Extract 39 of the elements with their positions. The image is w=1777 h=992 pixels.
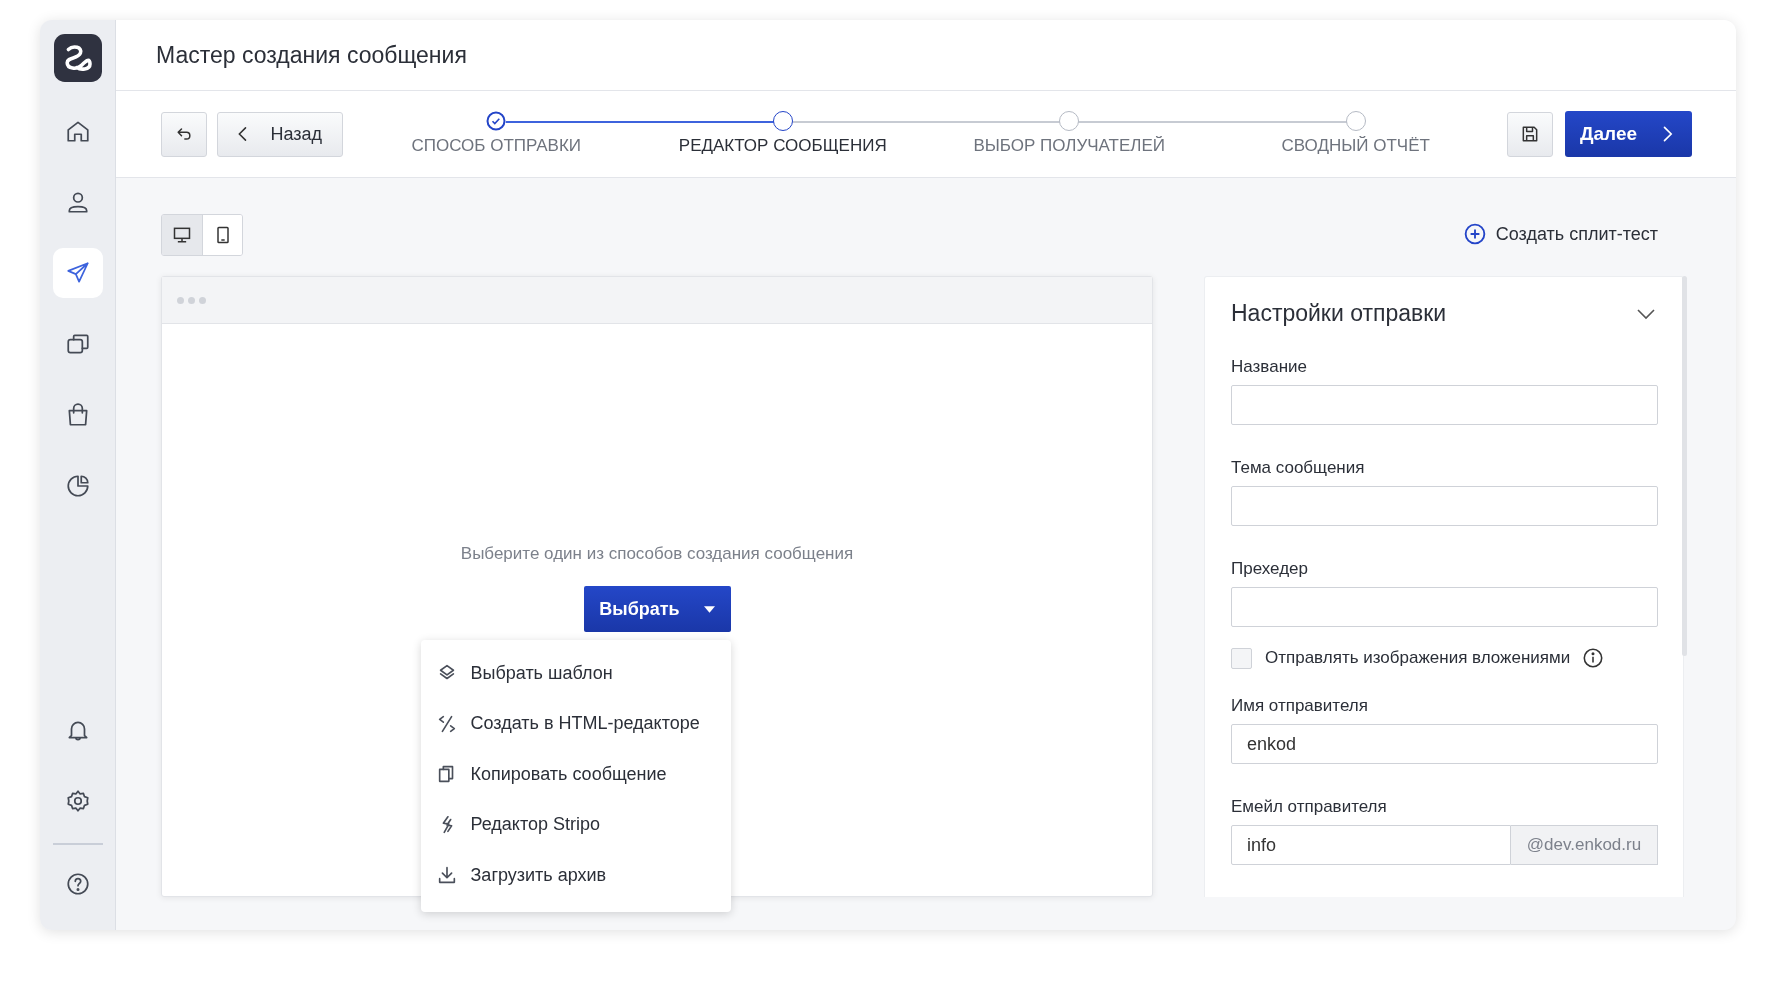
text-field[interactable] (1231, 486, 1658, 526)
window-dots-icon (177, 296, 206, 304)
field-label: Прехедер (1231, 559, 1309, 579)
undo-button[interactable] (161, 111, 207, 157)
mobile-view-icon[interactable] (202, 215, 242, 255)
text-field[interactable] (1231, 587, 1658, 627)
field-label: Название (1231, 357, 1308, 377)
page-title: Мастер создания сообщения (156, 41, 467, 69)
menu-item[interactable]: Копировать сообщение (420, 749, 731, 800)
app-logo-icon[interactable] (53, 34, 102, 82)
caret-down-icon (703, 605, 715, 613)
domain-suffix: @dev.enkod.ru (1511, 825, 1658, 865)
create-split-test-link[interactable]: Создать сплит-тест (1463, 223, 1658, 245)
send-icon[interactable] (52, 248, 103, 298)
step-label[interactable]: СПОСОБ ОТПРАВКИ (411, 136, 582, 156)
back-button[interactable]: Назад (217, 111, 343, 157)
checkbox-label: Отправлять изображения вложениями (1265, 648, 1571, 668)
field-label: Имя отправителя (1231, 696, 1369, 716)
menu-item[interactable]: Выбрать шаблон (420, 648, 731, 699)
menu-item[interactable]: Загрузить архив (420, 850, 731, 901)
step-label[interactable]: СВОДНЫЙ ОТЧЁТ (1281, 136, 1430, 156)
desktop-view-icon[interactable] (162, 215, 202, 255)
step-label[interactable]: РЕДАКТОР СООБЩЕНИЯ (678, 136, 887, 156)
email-field[interactable]: info (1231, 825, 1511, 865)
menu-item[interactable]: Создать в HTML-редакторе (420, 698, 731, 749)
save-button[interactable] (1507, 111, 1553, 157)
checkbox[interactable] (1231, 647, 1252, 669)
next-button[interactable]: Далее (1565, 111, 1692, 157)
text-field[interactable] (1231, 385, 1658, 425)
field-label: Емейл отправителя (1231, 797, 1388, 817)
text-field[interactable]: enkod (1231, 724, 1658, 764)
step-label[interactable]: ВЫБОР ПОЛУЧАТЕЛЕЙ (973, 136, 1166, 156)
info-icon[interactable] (1582, 647, 1605, 669)
plus-circle-icon (1463, 223, 1486, 245)
choose-dropdown-button[interactable]: Выбрать (583, 586, 731, 632)
field-label: Тема сообщения (1231, 458, 1366, 478)
panel-title: Настройки отправки (1231, 300, 1447, 327)
menu-item[interactable]: Редактор Stripo (420, 799, 731, 850)
empty-state-text: Выберите один из способов создания сообщения (460, 544, 854, 564)
